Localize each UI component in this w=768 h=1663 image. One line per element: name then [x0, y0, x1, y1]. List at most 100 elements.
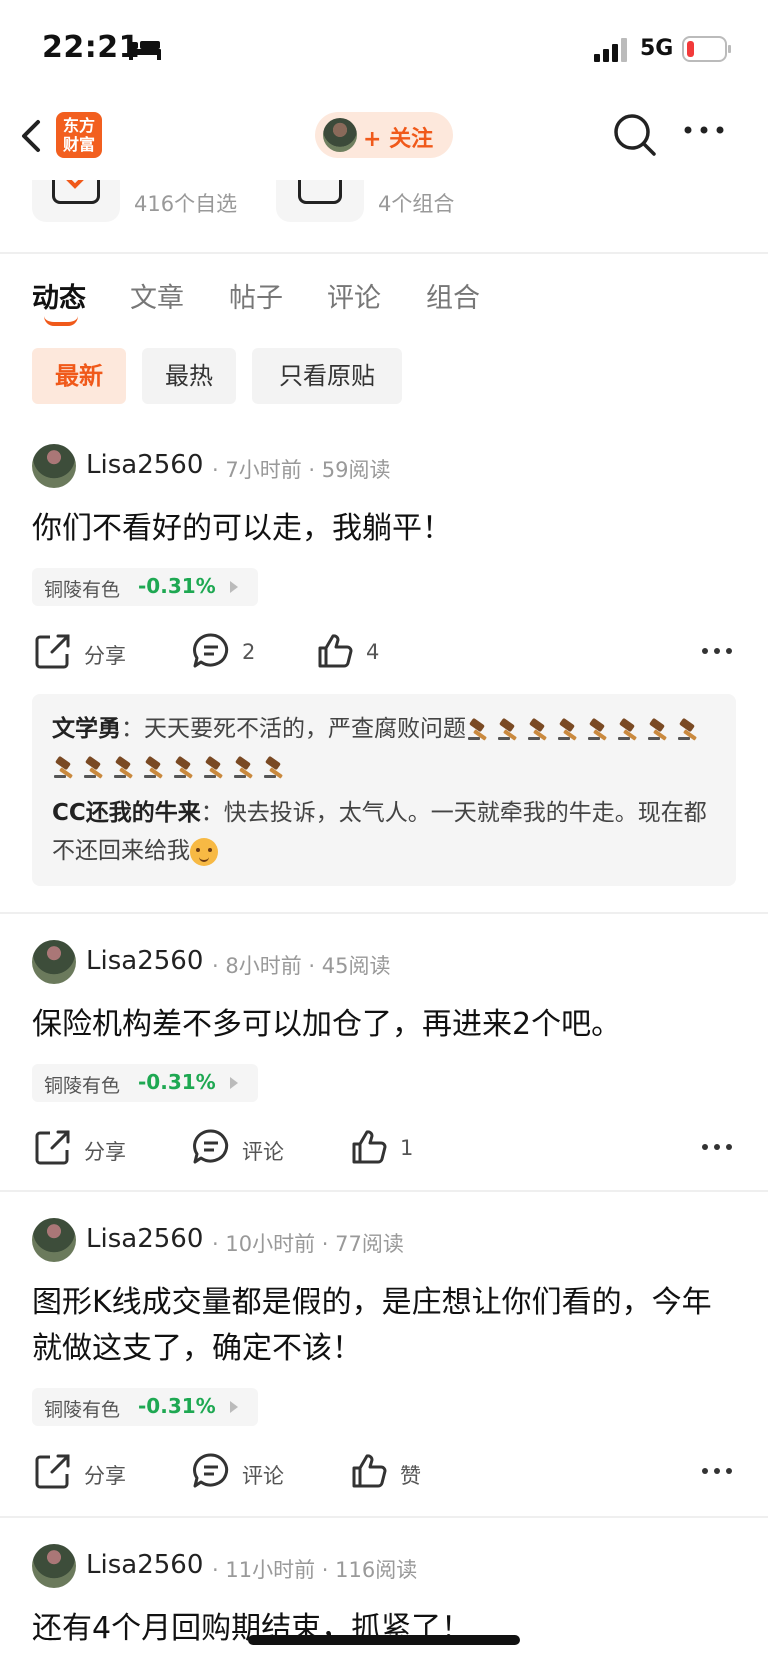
author-name[interactable]: Lisa2560 — [86, 1224, 203, 1254]
reply-item[interactable]: CC还我的牛来：快去投诉，太气人。一天就牵我的牛走。现在都不还回来给我 — [52, 794, 716, 870]
signal-icon — [594, 38, 627, 62]
more-icon[interactable] — [700, 1142, 734, 1152]
comment-count: 2 — [242, 640, 256, 664]
like-button[interactable]: 4 — [316, 632, 406, 672]
thumbs-up-icon — [318, 634, 353, 668]
more-icon[interactable] — [682, 124, 726, 136]
reply-item[interactable]: 文学勇：天天要死不活的，严查腐败问题 — [52, 710, 716, 786]
share-button[interactable]: 分享 — [34, 632, 144, 672]
hammer-emoji-icon — [204, 755, 223, 778]
avatar[interactable] — [32, 1218, 76, 1262]
hammer-emoji-icon — [618, 717, 637, 740]
portfolio-card[interactable] — [276, 180, 364, 222]
watchlist-count[interactable]: 416个自选 — [134, 188, 237, 218]
stock-change: -0.31% — [138, 1394, 216, 1418]
post-time: 8小时前 — [225, 954, 302, 978]
stock-tag[interactable]: 铜陵有色 -0.31% — [32, 1064, 258, 1102]
thumbs-up-icon — [352, 1454, 387, 1488]
like-count: 4 — [366, 640, 380, 664]
comment-label: 评论 — [242, 1464, 284, 1488]
follow-button[interactable]: + 关注 — [315, 112, 453, 158]
network-type: 5G — [640, 36, 674, 61]
post-reads: 116阅读 — [335, 1558, 418, 1582]
stock-tag[interactable]: 铜陵有色 -0.31% — [32, 1388, 258, 1426]
portfolio-count[interactable]: 4个组合 — [378, 188, 454, 218]
author-name[interactable]: Lisa2560 — [86, 946, 203, 976]
share-icon — [35, 634, 70, 669]
profile-tabs: 动态 文章 帖子 评论 组合 — [0, 268, 768, 328]
post-reads: 45阅读 — [321, 954, 391, 978]
chevron-right-icon — [230, 1077, 238, 1089]
post-text[interactable]: 你们不看好的可以走，我躺平！ — [32, 506, 732, 552]
author-name[interactable]: Lisa2560 — [86, 450, 203, 480]
avatar[interactable] — [32, 940, 76, 984]
watchlist-card[interactable] — [32, 180, 120, 222]
like-label: 赞 — [400, 1464, 421, 1488]
post-card[interactable]: Lisa2560 · 7小时前 · 59阅读 你们不看好的可以走，我躺平！ 铜陵… — [0, 444, 768, 914]
filter-latest[interactable]: 最新 — [32, 348, 126, 404]
comment-icon — [193, 1129, 229, 1164]
back-icon[interactable] — [18, 116, 46, 156]
more-icon[interactable] — [700, 646, 734, 656]
tab-comments[interactable]: 评论 — [327, 276, 381, 315]
post-text[interactable]: 保险机构差不多可以加仓了，再进来2个吧。 — [32, 1002, 732, 1048]
nav-bar: 东方 财富 + 关注 — [0, 100, 768, 180]
hammer-emoji-icon — [468, 717, 487, 740]
post-card[interactable]: Lisa2560 · 11小时前 · 116阅读 还有4个月回购期结束，抓紧了！ — [0, 1544, 768, 1663]
home-indicator — [248, 1635, 520, 1645]
tab-posts[interactable]: 帖子 — [229, 276, 283, 315]
battery-icon — [682, 36, 731, 62]
comment-button[interactable]: 评论 — [192, 1128, 302, 1168]
filter-hot[interactable]: 最热 — [142, 348, 236, 404]
stock-tag[interactable]: 铜陵有色 -0.31% — [32, 568, 258, 606]
more-icon[interactable] — [700, 1466, 734, 1476]
comment-label: 评论 — [242, 1140, 284, 1164]
share-icon — [35, 1454, 70, 1489]
app-logo[interactable]: 东方 财富 — [56, 112, 102, 158]
filter-original[interactable]: 只看原贴 — [252, 348, 402, 404]
tab-underline — [44, 316, 78, 326]
post-time: 10小时前 — [225, 1232, 316, 1256]
avatar[interactable] — [32, 1544, 76, 1588]
share-button[interactable]: 分享 — [34, 1452, 144, 1492]
post-time: 11小时前 — [225, 1558, 316, 1582]
post-reads: 59阅读 — [321, 458, 391, 482]
reply-text: 天天要死不活的，严查腐败问题 — [144, 716, 466, 742]
comment-icon — [193, 1453, 229, 1488]
status-bar: 22:21 5G — [0, 0, 768, 100]
share-label: 分享 — [84, 1464, 126, 1488]
hug-emoji-icon — [190, 837, 218, 866]
reply-author[interactable]: CC还我的牛来 — [52, 800, 201, 826]
like-button[interactable]: 1 — [350, 1128, 430, 1168]
post-text[interactable]: 还有4个月回购期结束，抓紧了！ — [32, 1606, 732, 1652]
hammer-emoji-icon — [144, 755, 163, 778]
hammer-emoji-icon — [528, 717, 547, 740]
post-text[interactable]: 图形K线成交量都是假的，是庄想让你们看的，今年就做这支了，确定不该！ — [32, 1280, 722, 1372]
reply-author[interactable]: 文学勇 — [52, 716, 121, 742]
reply-preview[interactable]: 文学勇：天天要死不活的，严查腐败问题 CC还我的牛来：快去投诉，太气人。一天就牵… — [32, 694, 736, 886]
share-label: 分享 — [84, 1140, 126, 1164]
share-icon — [35, 1130, 70, 1165]
share-button[interactable]: 分享 — [34, 1128, 144, 1168]
hammer-emoji-icon — [588, 717, 607, 740]
tab-articles[interactable]: 文章 — [130, 276, 184, 315]
follow-label: + 关注 — [363, 127, 434, 152]
thumbs-up-icon — [352, 1130, 387, 1164]
comment-button[interactable]: 2 — [192, 632, 282, 672]
portfolio-icon — [298, 180, 342, 204]
comment-button[interactable]: 评论 — [192, 1452, 302, 1492]
search-icon[interactable] — [612, 112, 658, 158]
divider — [0, 1516, 768, 1518]
tab-dynamics[interactable]: 动态 — [32, 276, 86, 315]
post-card[interactable]: Lisa2560 · 10小时前 · 77阅读 图形K线成交量都是假的，是庄想让… — [0, 1218, 768, 1518]
author-name[interactable]: Lisa2560 — [86, 1550, 203, 1580]
post-meta: · 7小时前 · 59阅读 — [212, 458, 391, 482]
post-card[interactable]: Lisa2560 · 8小时前 · 45阅读 保险机构差不多可以加仓了，再进来2… — [0, 940, 768, 1190]
sleep-mode-icon — [129, 41, 161, 60]
post-meta: · 8小时前 · 45阅读 — [212, 954, 391, 978]
hammer-emoji-icon — [558, 717, 577, 740]
avatar[interactable] — [32, 444, 76, 488]
hammer-emoji-icon — [54, 755, 73, 778]
tab-portfolios[interactable]: 组合 — [426, 276, 480, 315]
like-button[interactable]: 赞 — [350, 1452, 440, 1492]
